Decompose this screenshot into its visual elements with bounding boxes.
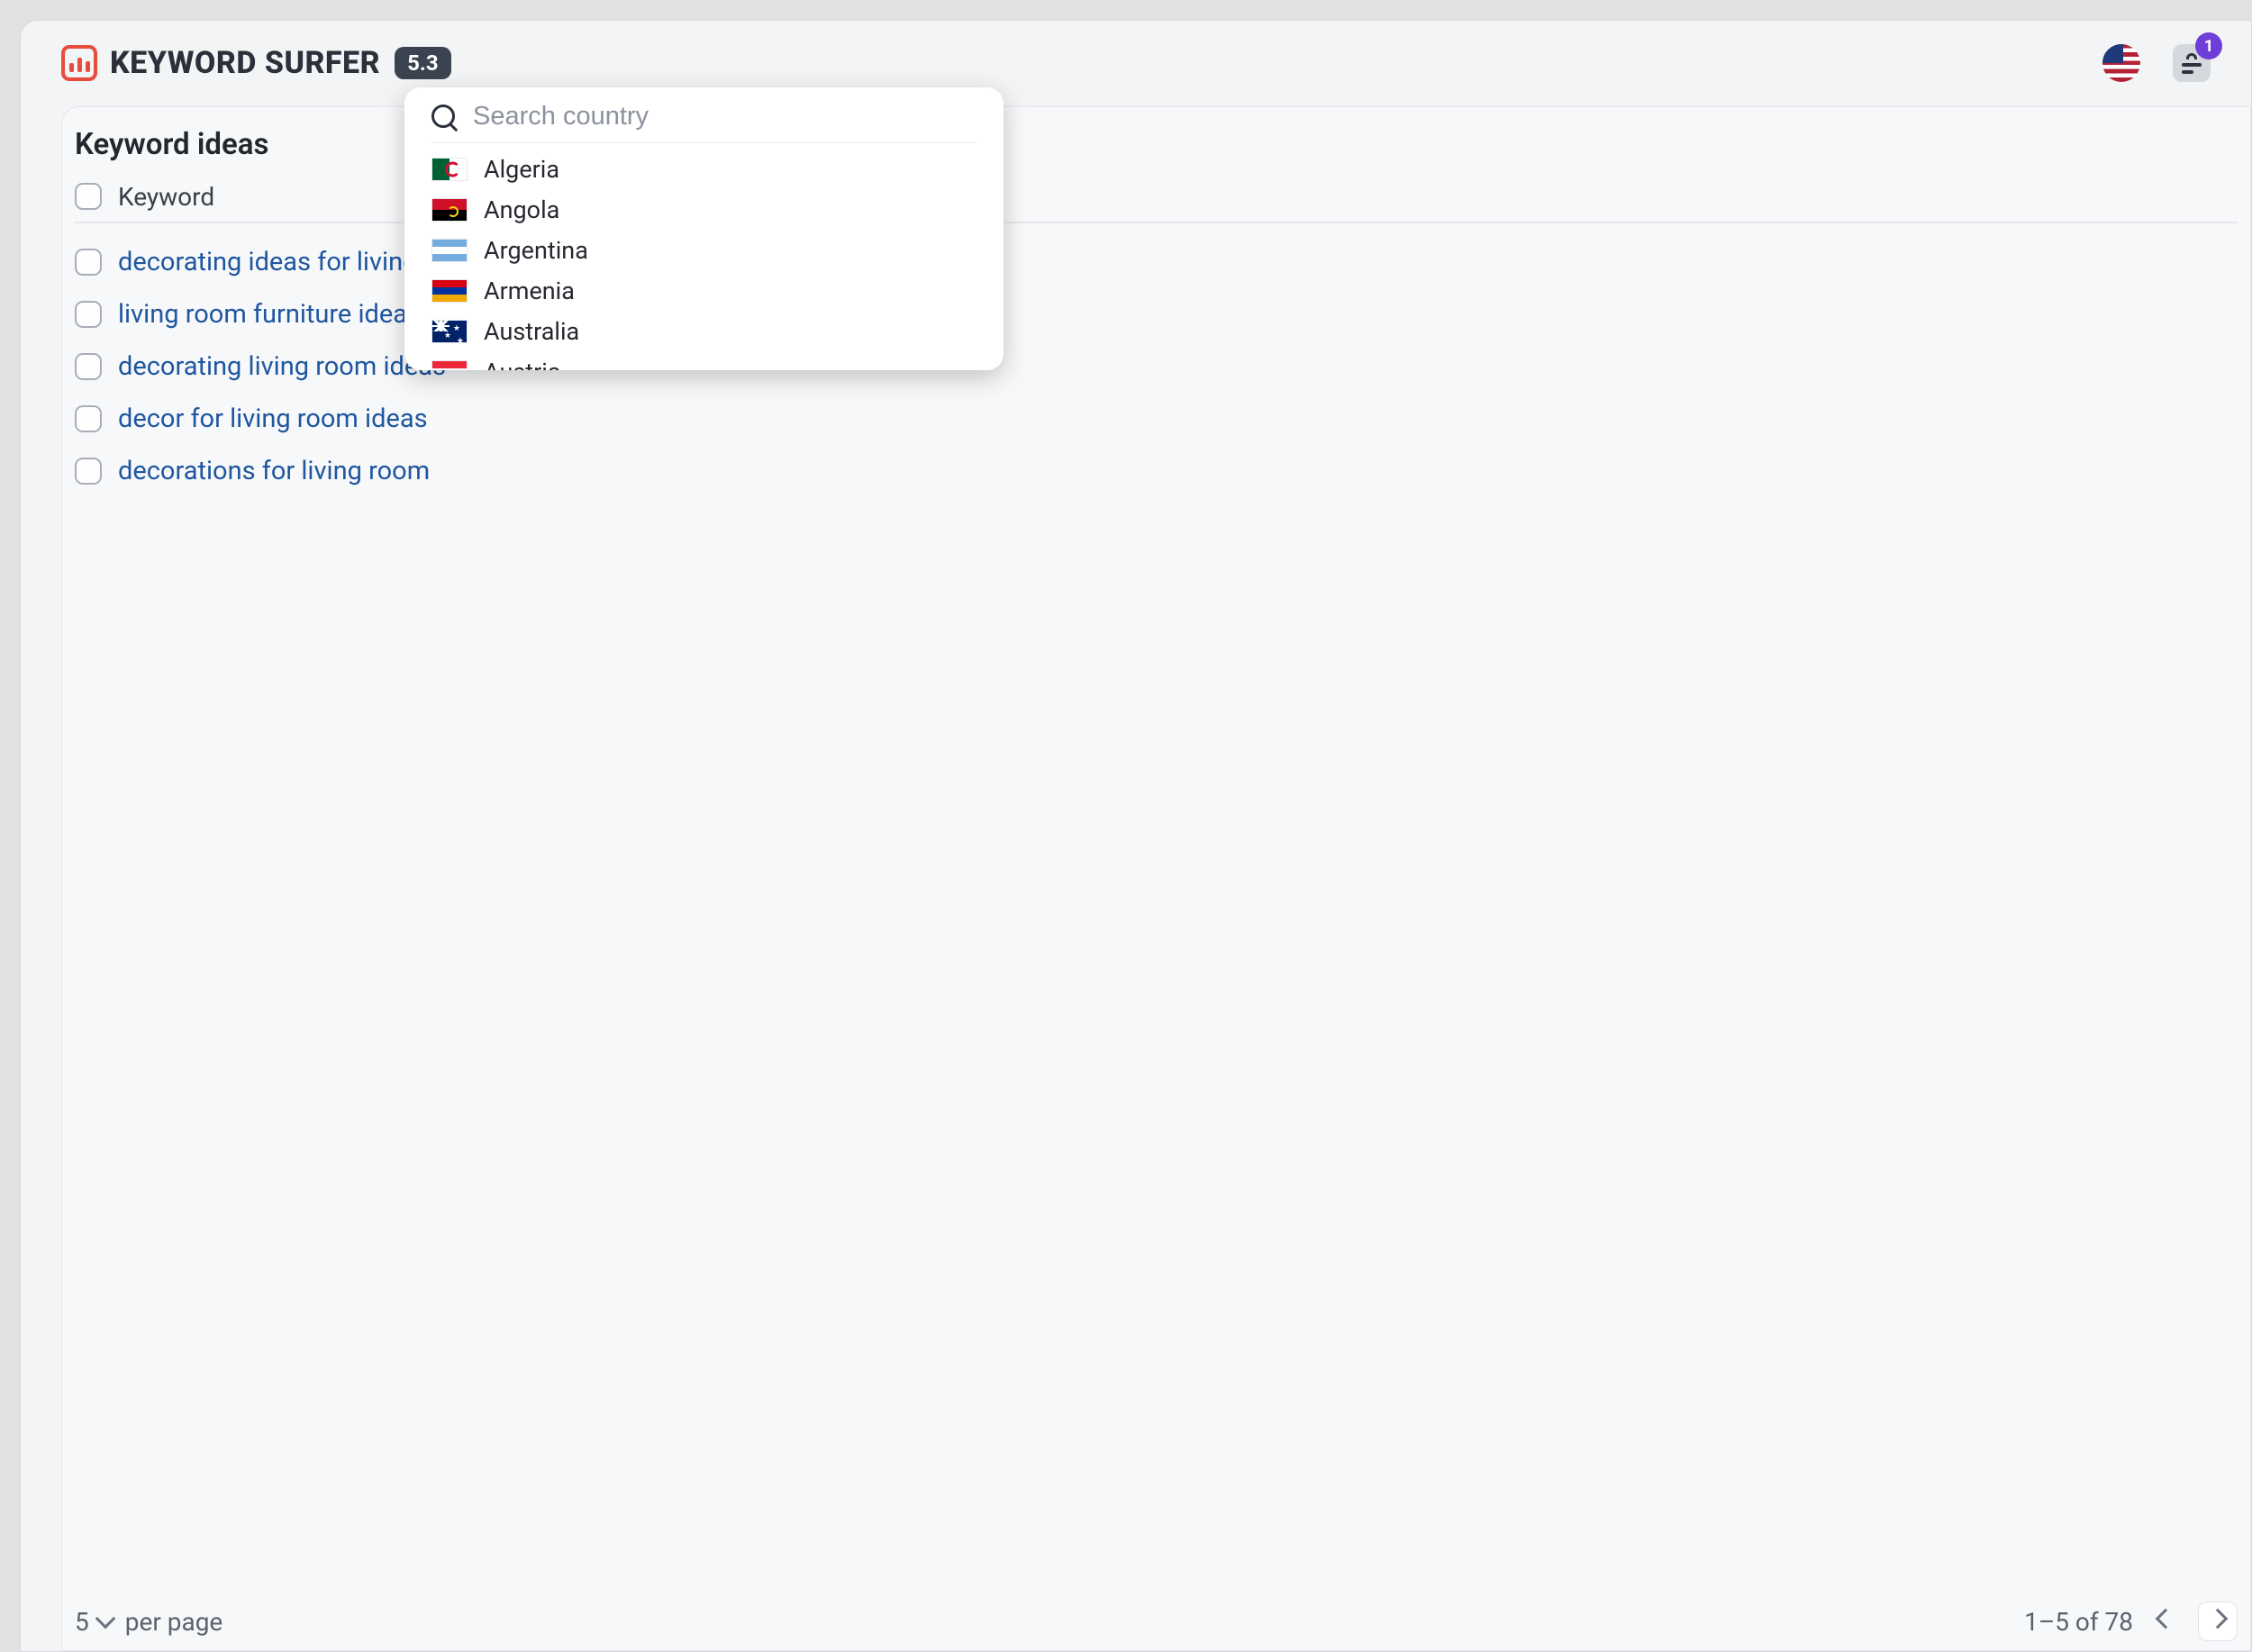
- country-option[interactable]: Armenia: [431, 270, 976, 311]
- clipboard-icon: [2182, 53, 2202, 74]
- per-page-select[interactable]: 5: [75, 1607, 113, 1637]
- country-name: Algeria: [484, 155, 559, 184]
- flag-icon: [431, 158, 468, 181]
- header: KEYWORD SURFER 5.3 1: [21, 21, 2251, 87]
- country-name: Armenia: [484, 277, 575, 305]
- next-page-button[interactable]: [2198, 1602, 2238, 1641]
- version-badge: 5.3: [395, 47, 451, 79]
- brand-name: KEYWORD SURFER: [110, 45, 380, 81]
- country-search-row: [431, 102, 976, 143]
- flag-icon: [431, 320, 468, 343]
- clipboard-button[interactable]: 1: [2173, 44, 2211, 82]
- chevron-left-icon: [2156, 1609, 2176, 1629]
- row-checkbox[interactable]: [75, 249, 102, 276]
- flag-icon: [431, 279, 468, 303]
- pagination-range: 1–5 of 78: [2024, 1607, 2133, 1637]
- prev-page-button[interactable]: [2146, 1602, 2185, 1641]
- select-all-checkbox[interactable]: [75, 183, 102, 210]
- extension-panel: KEYWORD SURFER 5.3 1 Keyword ideas Keywo…: [20, 20, 2252, 1652]
- country-option[interactable]: Argentina: [431, 230, 976, 270]
- keyword-ideas-card: Keyword ideas Keyword decorating ideas f…: [61, 106, 2251, 1651]
- table-row: decorating living room ideas: [75, 342, 2238, 391]
- table-row: living room furniture ideas: [75, 290, 2238, 339]
- surfer-logo-icon: [61, 45, 97, 81]
- country-option[interactable]: Australia: [431, 311, 976, 351]
- table-header-row: Keyword: [75, 171, 2238, 223]
- table-row: decorating ideas for living room: [75, 238, 2238, 286]
- flag-icon: [431, 360, 468, 371]
- country-option[interactable]: Angola: [431, 189, 976, 230]
- search-icon: [431, 104, 457, 130]
- card-title: Keyword ideas: [75, 127, 2238, 162]
- flag-icon: [431, 239, 468, 262]
- country-name: Argentina: [484, 236, 588, 265]
- country-name: Angola: [484, 195, 559, 224]
- chevron-right-icon: [2208, 1609, 2229, 1629]
- country-list: Algeria Angola Argentina Armenia Australia Au…: [431, 149, 976, 370]
- country-option[interactable]: Austria: [431, 351, 976, 370]
- country-name: Austria: [484, 358, 561, 371]
- table-row: decorations for living room: [75, 447, 2238, 495]
- row-checkbox[interactable]: [75, 458, 102, 485]
- keyword-link[interactable]: living room furniture ideas: [118, 299, 421, 330]
- country-select-button[interactable]: [2102, 44, 2140, 82]
- keyword-link[interactable]: decor for living room ideas: [118, 404, 428, 434]
- row-checkbox[interactable]: [75, 301, 102, 328]
- pagination-bar: 5 per page 1–5 of 78: [75, 1602, 2238, 1641]
- clipboard-count-badge: 1: [2195, 32, 2222, 59]
- per-page-label: per page: [125, 1607, 223, 1637]
- row-checkbox[interactable]: [75, 353, 102, 380]
- country-search-input[interactable]: [473, 102, 976, 132]
- keyword-link[interactable]: decorating living room ideas: [118, 351, 446, 382]
- flag-icon: [431, 198, 468, 222]
- country-dropdown-popup: Algeria Angola Argentina Armenia Australia Au…: [404, 87, 1003, 370]
- country-option[interactable]: Algeria: [431, 149, 976, 189]
- row-checkbox[interactable]: [75, 405, 102, 432]
- keyword-link[interactable]: decorations for living room: [118, 456, 430, 486]
- country-name: Australia: [484, 317, 579, 346]
- column-keyword-label: Keyword: [118, 182, 214, 212]
- keyword-list: decorating ideas for living room living …: [75, 238, 2238, 495]
- per-page-value: 5: [75, 1607, 89, 1637]
- table-row: decor for living room ideas: [75, 395, 2238, 443]
- chevron-down-icon: [95, 1609, 115, 1629]
